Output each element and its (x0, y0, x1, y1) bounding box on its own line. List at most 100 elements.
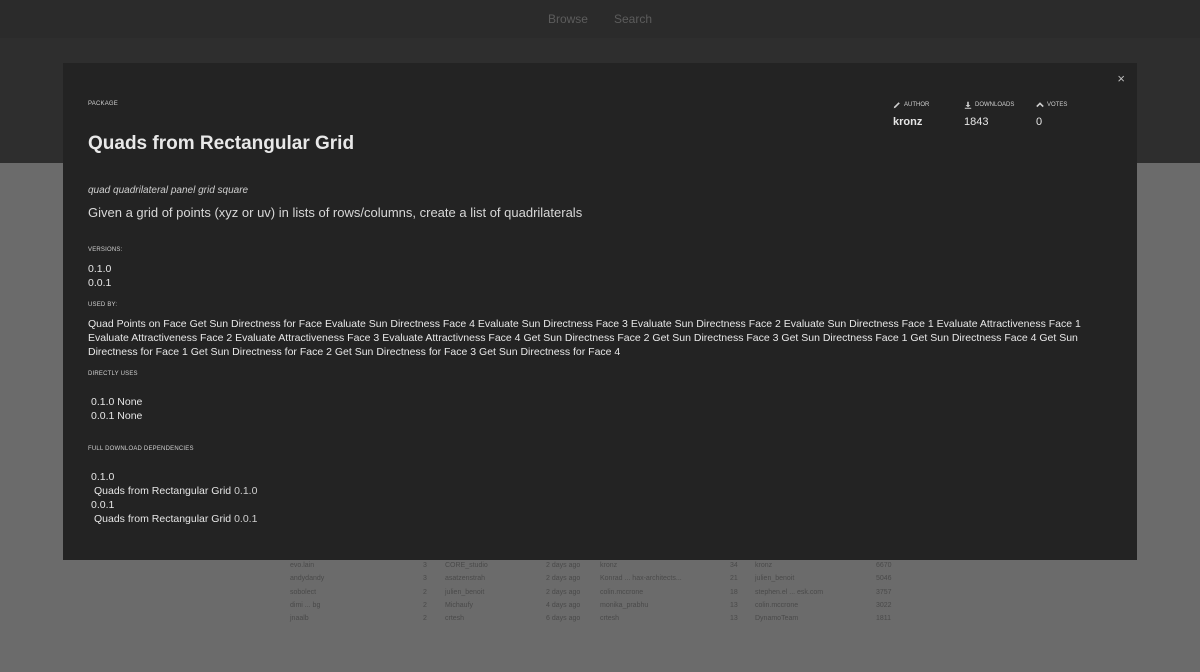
votes-label: VOTES (1047, 102, 1068, 108)
package-keywords: quad quadrilateral panel grid square (88, 185, 249, 196)
table-cell: 1811 (876, 615, 892, 623)
table-cell: julien_benoit (755, 575, 795, 583)
deps-package-name[interactable]: Quads from Rectangular Grid (94, 485, 231, 497)
downloads-label: DOWNLOADS (975, 102, 1015, 108)
deps-version: 0.0.1 (91, 499, 115, 511)
downloads-header: DOWNLOADS (964, 101, 1014, 109)
used-by-item[interactable]: Evaluate Sun Directness Face 2 (631, 318, 781, 330)
download-icon (964, 101, 972, 109)
used-by-item[interactable]: Get Sun Directness for Face 2 (191, 346, 332, 358)
author-label: AUTHOR (904, 102, 930, 108)
directly-uses-list: 0.1.0 None 0.0.1 None (91, 395, 142, 423)
table-cell: kronz (600, 562, 618, 569)
table-row: jnaalb 2 crtesh 6 days ago crtesh 13 DynamoTea… (290, 615, 910, 628)
deps-package-version: 0.1.0 (234, 485, 258, 497)
used-by-item[interactable]: Get Sun Directness Face 3 (652, 332, 778, 344)
directly-uses-version: 0.0.1 (91, 410, 115, 422)
table-cell: julien_benoit (445, 588, 485, 596)
nav-search-link[interactable]: Search (614, 12, 652, 26)
table-row: sobolect 2 julien_benoit 2 days ago colin.mc… (290, 589, 910, 602)
package-description: Given a grid of points (xyz or uv) in li… (88, 205, 583, 220)
full-deps-list: 0.1.0 Quads from Rectangular Grid 0.1.0 … (91, 470, 257, 526)
full-deps-label: FULL DOWNLOAD DEPENDENCIES (88, 446, 194, 452)
nav-browse-link[interactable]: Browse (548, 12, 588, 26)
used-by-item[interactable]: Evaluate Attractiveness Face 2 (88, 332, 232, 344)
table-cell: 2 (423, 588, 427, 596)
table-cell: Michaufy (445, 601, 474, 609)
table-cell: CORE_studio (445, 562, 488, 569)
versions-label: VERSIONS: (88, 247, 123, 253)
table-cell: 13 (730, 601, 738, 609)
used-by-item[interactable]: Get Sun Directness Face 4 (910, 332, 1036, 344)
background-table: evo.lain 3 CORE_studio 2 days ago kronz 34 kro… (290, 562, 910, 628)
table-cell: dimi ... bg (290, 601, 321, 609)
used-by-item[interactable]: Get Sun Directness for Face (190, 318, 322, 330)
table-cell: colin.mccrone (755, 601, 799, 609)
table-cell: 6670 (876, 562, 892, 569)
table-row: evo.lain 3 CORE_studio 2 days ago kronz 34 kro… (290, 562, 910, 575)
table-cell: 2 days ago (546, 588, 581, 596)
table-cell: monika_prabhu (600, 601, 649, 609)
table-cell: asatzenstrah (445, 575, 486, 583)
author-value[interactable]: kronz (893, 116, 922, 128)
package-title: Quads from Rectangular Grid (88, 133, 355, 154)
table-cell: 3022 (876, 601, 892, 609)
table-cell: 2 (423, 601, 427, 609)
table-cell: andydandy (290, 575, 325, 583)
downloads-value: 1843 (964, 116, 989, 128)
versions-list: 0.1.0 0.0.1 (88, 262, 111, 290)
version-item[interactable]: 0.1.0 (88, 262, 111, 276)
table-cell: 3 (423, 562, 427, 569)
table-cell: 21 (730, 575, 738, 583)
table-cell: 5046 (876, 575, 892, 583)
table-cell: colin.mccrone (600, 588, 644, 596)
table-cell: evo.lain (290, 562, 315, 569)
package-details-modal: × PACKAGE Quads from Rectangular Grid AU… (63, 63, 1137, 560)
used-by-item[interactable]: Evaluate Attractiveness Face 3 (235, 332, 379, 344)
version-item[interactable]: 0.0.1 (88, 276, 111, 290)
table-cell: 3 (423, 575, 427, 583)
table-cell: 2 (423, 615, 427, 623)
table-cell: DynamoTeam (755, 615, 799, 623)
package-label: PACKAGE (88, 101, 118, 107)
used-by-item[interactable]: Evaluate Attractiveness Face 1 (937, 318, 1081, 330)
table-cell: 13 (730, 615, 738, 623)
table-row: dimi ... bg 2 Michaufy 4 days ago monika_pra… (290, 602, 910, 615)
table-cell: jnaalb (290, 615, 309, 623)
deps-item: Quads from Rectangular Grid 0.1.0 (91, 484, 257, 498)
used-by-item[interactable]: Get Sun Directness for Face 4 (479, 346, 620, 358)
used-by-item[interactable]: Evaluate Sun Directness Face 1 (784, 318, 934, 330)
deps-package-version: 0.0.1 (234, 513, 258, 525)
table-cell: 6 days ago (546, 615, 581, 623)
table-cell: Konrad ... hax-architects... (600, 575, 682, 583)
used-by-item[interactable]: Get Sun Directness Face 1 (781, 332, 907, 344)
table-cell: 18 (730, 588, 738, 596)
used-by-label: USED BY: (88, 302, 118, 308)
directly-uses-item: 0.1.0 None (91, 395, 142, 409)
directly-uses-value: None (117, 410, 143, 422)
chevron-up-icon[interactable] (1036, 101, 1044, 109)
table-cell: kronz (755, 562, 773, 569)
deps-item: Quads from Rectangular Grid 0.0.1 (91, 512, 257, 526)
used-by-item[interactable]: Evaluate Attractivness Face 4 (382, 332, 520, 344)
votes-value: 0 (1036, 116, 1043, 128)
directly-uses-version: 0.1.0 (91, 396, 115, 408)
used-by-list: Quad Points on Face Get Sun Directness f… (88, 317, 1108, 359)
used-by-item[interactable]: Evaluate Sun Directness Face 4 (325, 318, 475, 330)
used-by-item[interactable]: Get Sun Directness for Face 3 (335, 346, 476, 358)
table-cell: 4 days ago (546, 601, 581, 609)
table-cell: sobolect (290, 588, 317, 596)
close-icon[interactable]: × (1117, 72, 1125, 86)
deps-package-name[interactable]: Quads from Rectangular Grid (94, 513, 231, 525)
used-by-item[interactable]: Quad Points on Face (88, 318, 187, 330)
table-cell: stephen.el ... esk.com (755, 588, 824, 596)
pencil-icon (893, 102, 900, 109)
author-header: AUTHOR (893, 101, 929, 109)
directly-uses-label: DIRECTLY USES (88, 371, 138, 377)
votes-header: VOTES (1036, 101, 1067, 109)
top-navigation: Browse Search (0, 0, 1200, 38)
table-cell: 34 (730, 562, 738, 569)
used-by-item[interactable]: Get Sun Directness Face 2 (523, 332, 649, 344)
table-cell: 2 days ago (546, 575, 581, 583)
used-by-item[interactable]: Evaluate Sun Directness Face 3 (478, 318, 628, 330)
